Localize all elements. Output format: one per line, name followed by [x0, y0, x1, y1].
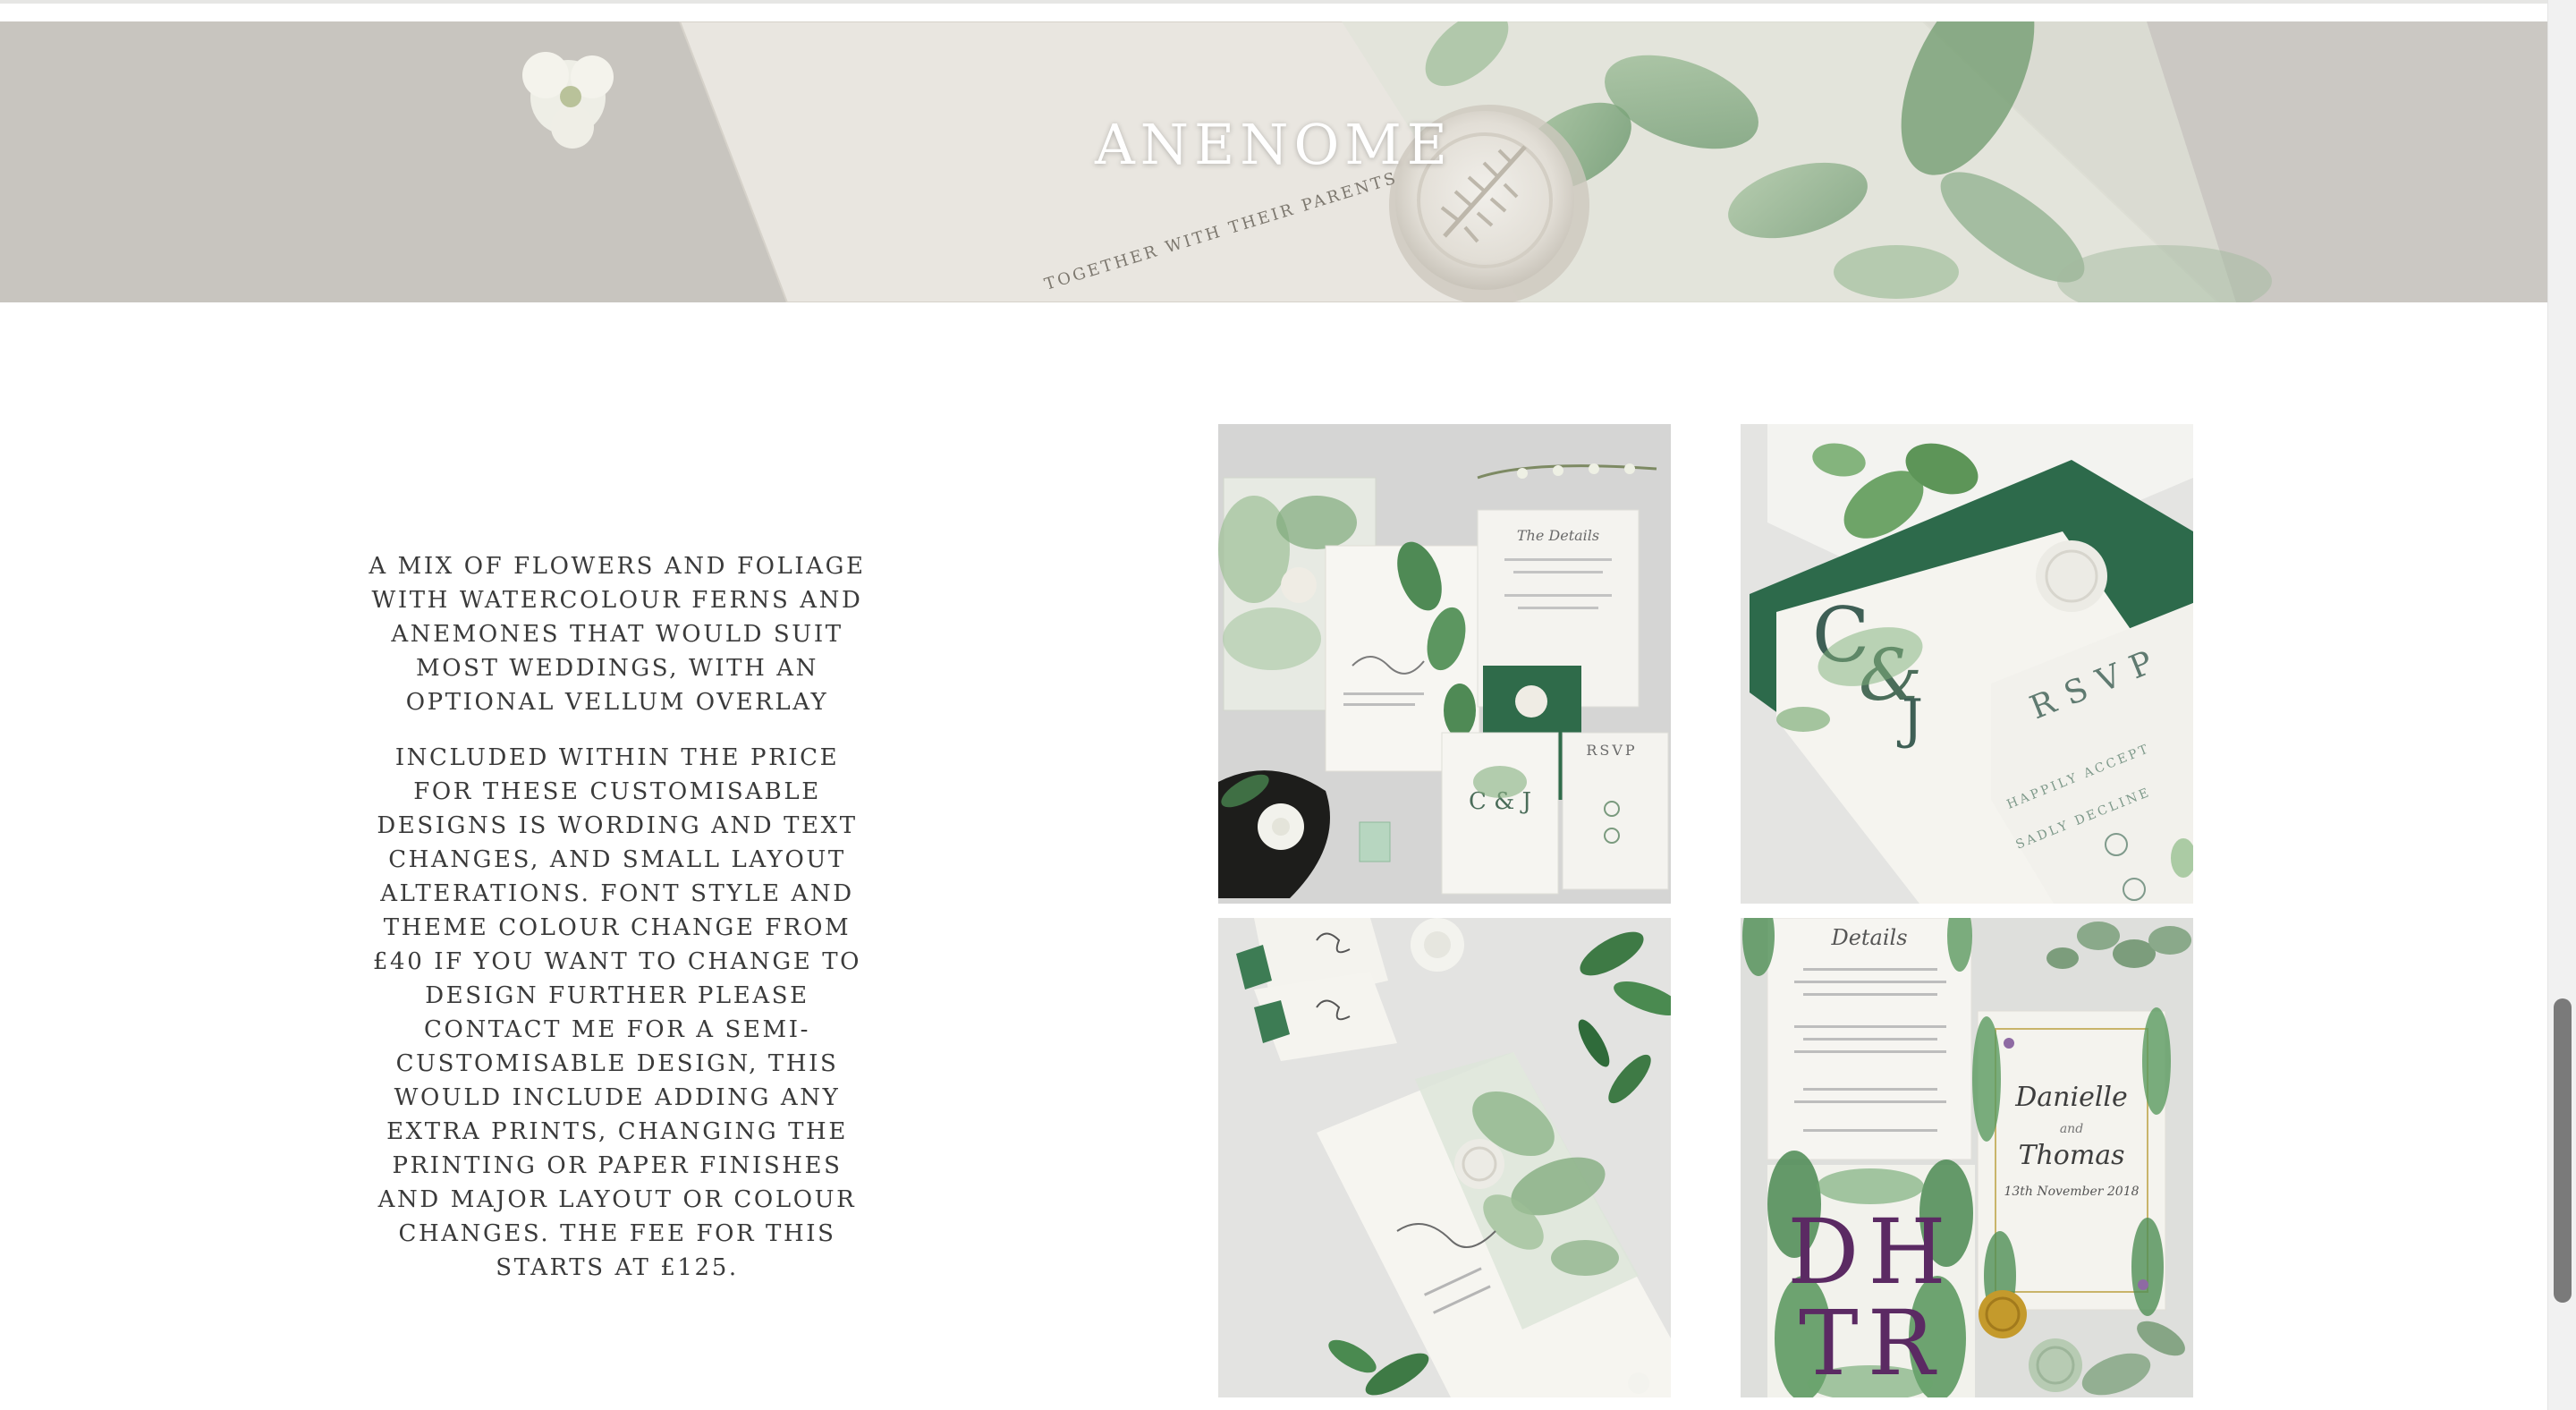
fern-suite-image: Details Danielle and Thomas 13th Novembe… [1741, 918, 2193, 1397]
svg-text:The Details: The Details [1517, 527, 1599, 544]
gallery-image-2[interactable]: C & J RSVP HAPPILY ACCEPT SADLY DECLINE [1741, 424, 2193, 904]
description-pricing: INCLUDED WITHIN THE PRICE FOR THESE CUST… [372, 744, 862, 1281]
svg-text:Danielle: Danielle [2014, 1082, 2128, 1113]
gallery-image-3[interactable] [1218, 918, 1671, 1397]
svg-text:and: and [2060, 1122, 2083, 1136]
svg-text:Details: Details [1830, 925, 1907, 950]
description-intro: A MIX OF FLOWERS AND FOLIAGE WITH WATERC… [369, 553, 866, 716]
invitation-suite-image: The Details C & J RSVP [1218, 424, 1671, 904]
gallery-image-4[interactable]: Details Danielle and Thomas 13th Novembe… [1741, 918, 2193, 1397]
hero-banner: TOGETHER WITH THEIR PARENTS ANENOME [0, 21, 2547, 302]
page: TOGETHER WITH THEIR PARENTS ANENOME A MI… [0, 0, 2576, 1410]
page-title: ANENOME [1094, 111, 1453, 177]
svg-text:TR: TR [1799, 1291, 1944, 1396]
svg-text:Thomas: Thomas [2018, 1140, 2124, 1171]
svg-text:RSVP: RSVP [1586, 742, 1637, 759]
svg-text:DH: DH [1787, 1200, 1954, 1304]
svg-text:13th November 2018: 13th November 2018 [2004, 1185, 2139, 1199]
top-divider [0, 0, 2547, 4]
monogram-rsvp-image: C & J RSVP HAPPILY ACCEPT SADLY DECLINE [1741, 424, 2193, 904]
gallery-image-1[interactable]: The Details C & J RSVP [1218, 424, 1671, 904]
vellum-invite-image [1218, 918, 1671, 1397]
page-scrollbar-thumb[interactable] [2554, 998, 2572, 1303]
